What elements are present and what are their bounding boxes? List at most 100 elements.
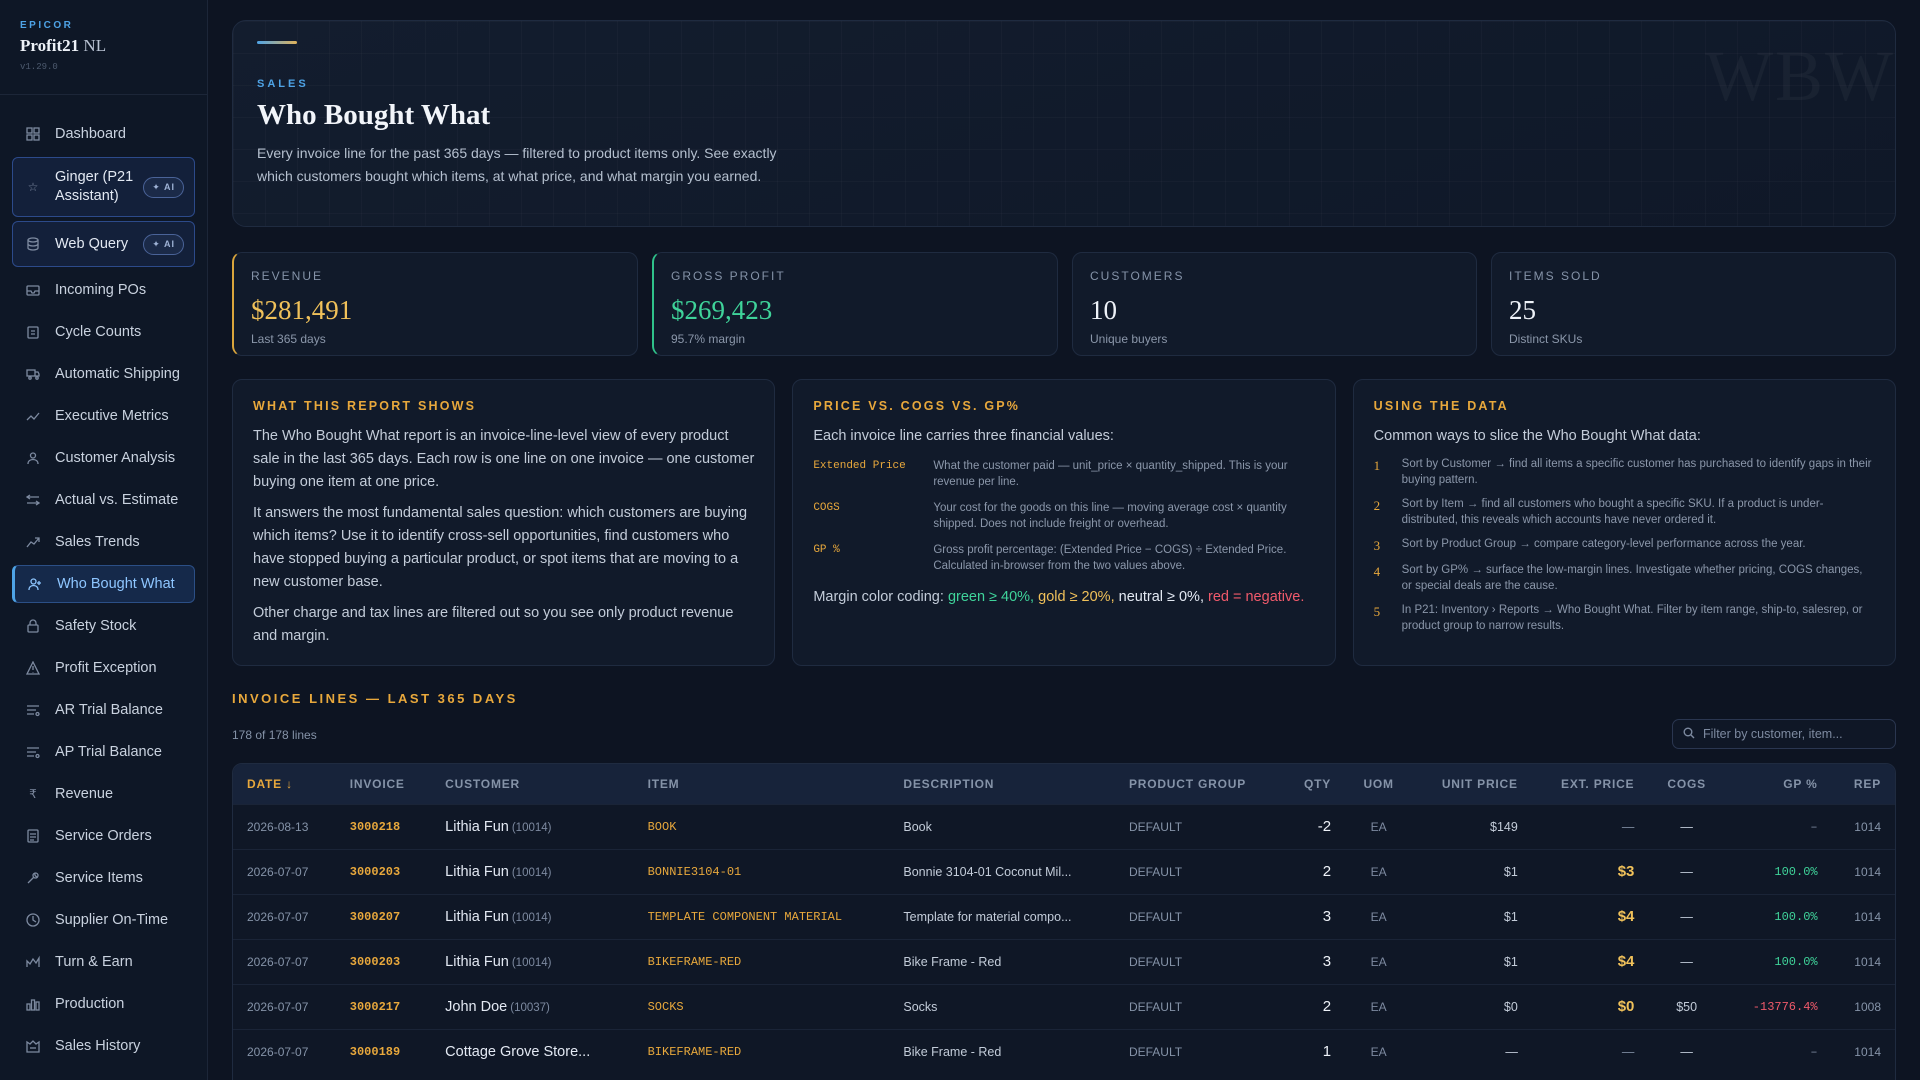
cell-unit-price: $149 (1490, 819, 1518, 834)
column-header-unit-price[interactable]: UNIT PRICE (1412, 764, 1532, 804)
cell-invoice[interactable]: 3000203 (336, 939, 431, 984)
cell-item[interactable]: BONNIE3104-01 (634, 849, 890, 894)
sidebar-item-incoming-pos[interactable]: Incoming POs (12, 271, 195, 309)
sidebar-item-production[interactable]: Production (12, 985, 195, 1023)
card-using-data: USING THE DATA Common ways to slice the … (1352, 379, 1896, 666)
column-header-date[interactable]: DATE ↓ (233, 764, 336, 804)
sidebar-item-cycle-counts[interactable]: Cycle Counts (12, 313, 195, 351)
stat-value: 10 (1090, 295, 1117, 325)
sidebar-item-revenue[interactable]: ₹ Revenue (12, 775, 195, 813)
sidebar-item-actual-vs-estimate[interactable]: Actual vs. Estimate (12, 481, 195, 519)
sidebar-item-service-orders[interactable]: Service Orders (12, 817, 195, 855)
cell-gp-percent: -13776.4% (1752, 999, 1818, 1014)
column-header-ext-price[interactable]: EXT. PRICE (1532, 764, 1649, 804)
card-paragraph: The Who Bought What report is an invoice… (253, 428, 755, 490)
cell-product-group: DEFAULT (1128, 999, 1183, 1014)
sidebar-item-customer-analysis[interactable]: Customer Analysis (12, 439, 195, 477)
usage-text: In P21: Inventory › Reports → Who Bought… (1401, 604, 1863, 632)
sidebar-item-web-query[interactable]: Web Query ✦ AI (12, 221, 195, 267)
cell-customer[interactable]: Lithia Fun (10014) (431, 894, 633, 939)
cell-customer[interactable]: John Doe (10037) (431, 984, 633, 1029)
cell-qty: -2 (1317, 818, 1332, 835)
page-title: Who Bought What (257, 99, 491, 131)
database-icon (25, 236, 41, 252)
sidebar-item-safety-stock[interactable]: Safety Stock (12, 607, 195, 645)
margin-color-legend: Margin color coding: green ≥ 40%, gold ≥… (813, 586, 1314, 609)
sidebar-item-supplier-on-time[interactable]: Supplier On-Time (12, 901, 195, 939)
cell-item[interactable]: BIKEFRAME-RED (634, 1029, 890, 1074)
cell-customer[interactable]: Lithia Fun (10014) (431, 939, 633, 984)
sidebar-item-ar-trial-balance[interactable]: AR Trial Balance (12, 691, 195, 729)
usage-text: Sort by Customer → find all items a spec… (1401, 458, 1872, 486)
sidebar-item-ap-trial-balance[interactable]: AP Trial Balance (12, 733, 195, 771)
cell-description: Template for material compo... (903, 909, 1072, 924)
cell-item[interactable]: BOOK (634, 804, 890, 849)
stat-sub: 95.7% margin (671, 332, 746, 346)
stat-value: $269,423 (671, 295, 773, 325)
sidebar-item-sales-history[interactable]: Sales History (12, 1027, 195, 1065)
sidebar-item-label: Automatic Shipping (55, 366, 180, 382)
usage-item: 2 Sort by Item → find all customers who b… (1374, 496, 1875, 528)
cell-product-group: DEFAULT (1128, 909, 1183, 924)
cell-ext-price: $4 (1617, 908, 1635, 925)
cell-customer[interactable]: Lithia Fun (10014) (431, 849, 633, 894)
card-paragraph: Other charge and tax lines are filtered … (253, 605, 734, 644)
cell-invoice[interactable]: 3000189 (336, 1029, 431, 1074)
page-watermark: WBW (1705, 35, 1895, 118)
table-row[interactable]: 2026-08-13 3000218 Lithia Fun (10014) BOOK Bo… (233, 804, 1895, 849)
cell-rep: 1014 (1854, 819, 1881, 834)
sidebar-item-sales-trends[interactable]: Sales Trends (12, 523, 195, 561)
usage-number: 5 (1373, 604, 1381, 619)
sidebar-item-label: Production (55, 996, 125, 1012)
sidebar-item-service-items[interactable]: Service Items (12, 859, 195, 897)
cell-ext-price: $0 (1617, 998, 1635, 1015)
column-header-invoice[interactable]: INVOICE (336, 764, 431, 804)
cell-customer[interactable]: Lithia Fun (10014) (431, 804, 633, 849)
sidebar-item-automatic-shipping[interactable]: Automatic Shipping (12, 355, 195, 393)
cell-item[interactable]: SOCKS (634, 984, 890, 1029)
sidebar-item-who-bought-what[interactable]: Who Bought What (12, 565, 195, 603)
sidebar-item-ginger[interactable]: ☆ Ginger (P21 Assistant) ✦ AI (12, 157, 195, 217)
filter-input[interactable] (1703, 727, 1883, 741)
app-name[interactable]: Profit21 NL (20, 36, 187, 56)
column-header-customer[interactable]: CUSTOMER (431, 764, 633, 804)
column-header-description[interactable]: DESCRIPTION (889, 764, 1115, 804)
table-row[interactable]: 2026-07-07 3000189 Cottage Grove Store... B… (233, 1029, 1895, 1074)
sidebar-item-profit-exception[interactable]: Profit Exception (12, 649, 195, 687)
cell-customer[interactable]: Cottage Grove Store... (431, 1029, 633, 1074)
table-row[interactable]: 2026-07-07 3000207 Lithia Fun (10014) TEMPLA… (233, 894, 1895, 939)
cell-invoice[interactable]: 3000203 (336, 849, 431, 894)
cell-date: 2026-07-07 (247, 954, 309, 969)
sidebar-item-label: Supplier On-Time (55, 912, 169, 928)
filter-box (1672, 719, 1896, 749)
cell-ext-price: $3 (1617, 863, 1635, 880)
column-header-rep[interactable]: REP (1832, 764, 1895, 804)
column-header-qty[interactable]: QTY (1282, 764, 1345, 804)
usage-item: 5 In P21: Inventory › Reports → Who Bough… (1374, 602, 1875, 634)
table-row[interactable]: 2026-07-07 3000203 Lithia Fun (10014) BONNIE… (233, 849, 1895, 894)
usage-item: 4 Sort by GP% → surface the low-margin li… (1374, 562, 1875, 594)
trend-icon (25, 408, 41, 424)
cell-invoice[interactable]: 3000218 (336, 804, 431, 849)
cell-invoice[interactable]: 3000207 (336, 894, 431, 939)
cell-gp-percent: 100.0% (1774, 864, 1818, 879)
table-row[interactable]: 2026-07-07 3000203 Lithia Fun (10014) BIKEFR… (233, 939, 1895, 984)
table-row[interactable]: 2026-07-07 3000217 John Doe (10037) SOCKS Soc… (233, 984, 1895, 1029)
column-header-cogs[interactable]: COGS (1648, 764, 1725, 804)
cell-invoice[interactable]: 3000217 (336, 984, 431, 1029)
column-header-item[interactable]: ITEM (634, 764, 890, 804)
cell-item[interactable]: TEMPLATE COMPONENT MATERIAL (634, 894, 890, 939)
table-body: 2026-08-13 3000218 Lithia Fun (10014) BOOK Bo… (233, 804, 1895, 1074)
cell-item[interactable]: BIKEFRAME-RED (634, 939, 890, 984)
column-header-uom[interactable]: UOM (1345, 764, 1412, 804)
stat-label: ITEMS SOLD (1509, 269, 1602, 283)
column-header-gp[interactable]: GP % (1725, 764, 1832, 804)
stat-value: 25 (1509, 295, 1536, 325)
column-header-product-group[interactable]: PRODUCT GROUP (1115, 764, 1282, 804)
sidebar-item-dashboard[interactable]: Dashboard (12, 115, 195, 153)
user-plus-icon (27, 576, 43, 592)
bar-chart-icon (25, 996, 41, 1012)
customer-name: Lithia Fun (445, 818, 509, 835)
sidebar-item-turn-earn[interactable]: Turn & Earn (12, 943, 195, 981)
sidebar-item-executive-metrics[interactable]: Executive Metrics (12, 397, 195, 435)
